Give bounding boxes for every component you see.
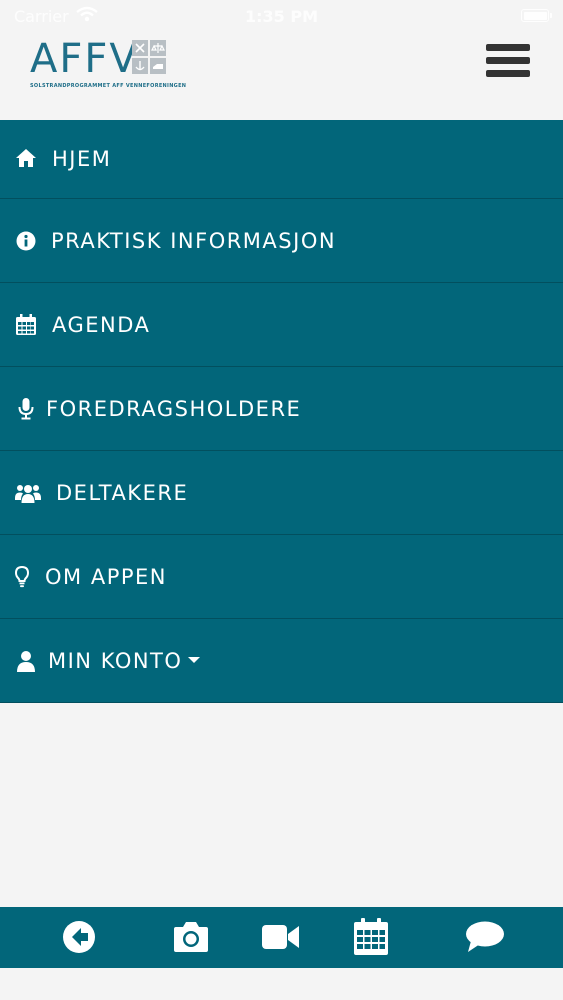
logo-subtitle: SOLSTRANDPROGRAMMET AFF VENNEFORENINGEN <box>30 83 187 89</box>
hamburger-icon-bar <box>486 57 530 64</box>
info-circle-icon <box>14 229 38 253</box>
menu-item-deltakere[interactable]: DELTAKERE <box>0 451 563 535</box>
camera-icon <box>174 922 208 952</box>
lightbulb-icon <box>10 565 34 589</box>
microphone-icon <box>14 397 38 421</box>
hamburger-menu-button[interactable] <box>486 44 532 82</box>
users-icon <box>15 481 41 505</box>
hamburger-icon-bar <box>486 70 530 77</box>
video-camera-icon <box>262 925 299 949</box>
back-button[interactable] <box>54 917 104 957</box>
bottom-toolbar <box>0 907 563 968</box>
home-indicator-area <box>0 968 563 1000</box>
camera-button[interactable] <box>166 917 216 957</box>
menu-item-label: MIN KONTO <box>48 648 201 673</box>
menu-item-label: PRAKTISK INFORMASJON <box>51 228 337 253</box>
menu-item-om-appen[interactable]: OM APPEN <box>0 535 563 619</box>
menu-item-label: HJEM <box>52 147 112 171</box>
menu-item-min-konto[interactable]: MIN KONTO <box>0 619 563 703</box>
video-button[interactable] <box>256 917 306 957</box>
logo-text: AFFV <box>30 36 139 82</box>
menu-item-praktisk-informasjon[interactable]: PRAKTISK INFORMASJON <box>0 199 563 283</box>
chat-bubble-icon <box>466 921 504 952</box>
back-arrow-icon <box>63 921 95 953</box>
logo-mark-icon <box>132 40 166 74</box>
menu-item-label: AGENDA <box>52 312 151 337</box>
chat-button[interactable] <box>460 917 510 957</box>
home-icon <box>14 146 38 170</box>
caret-down-icon <box>188 656 201 663</box>
status-bar: Carrier 1:35 PM <box>0 0 563 34</box>
user-icon <box>14 649 38 673</box>
menu-item-foredragsholdere[interactable]: FOREDRAGSHOLDERE <box>0 367 563 451</box>
menu-item-label: OM APPEN <box>45 564 167 589</box>
menu-item-label: DELTAKERE <box>56 480 189 505</box>
calendar-icon <box>14 313 38 337</box>
hamburger-icon-bar <box>486 44 530 51</box>
menu-item-hjem[interactable]: HJEM <box>0 120 563 199</box>
menu-item-agenda[interactable]: AGENDA <box>0 283 563 367</box>
calendar-button[interactable] <box>346 917 396 957</box>
calendar-icon <box>354 918 388 955</box>
menu-item-label-text: MIN KONTO <box>48 648 183 673</box>
status-time: 1:35 PM <box>244 7 318 26</box>
navigation-menu: HJEM PRAKTISK INFORMASJON AGENDA FOREDRA… <box>0 120 563 703</box>
affv-logo: AFFV SOLSTRANDPROGRAMMET AFF VENNEFORENI… <box>28 36 186 96</box>
menu-item-label: FOREDRAGSHOLDERE <box>46 396 302 421</box>
battery-icon <box>521 9 552 22</box>
